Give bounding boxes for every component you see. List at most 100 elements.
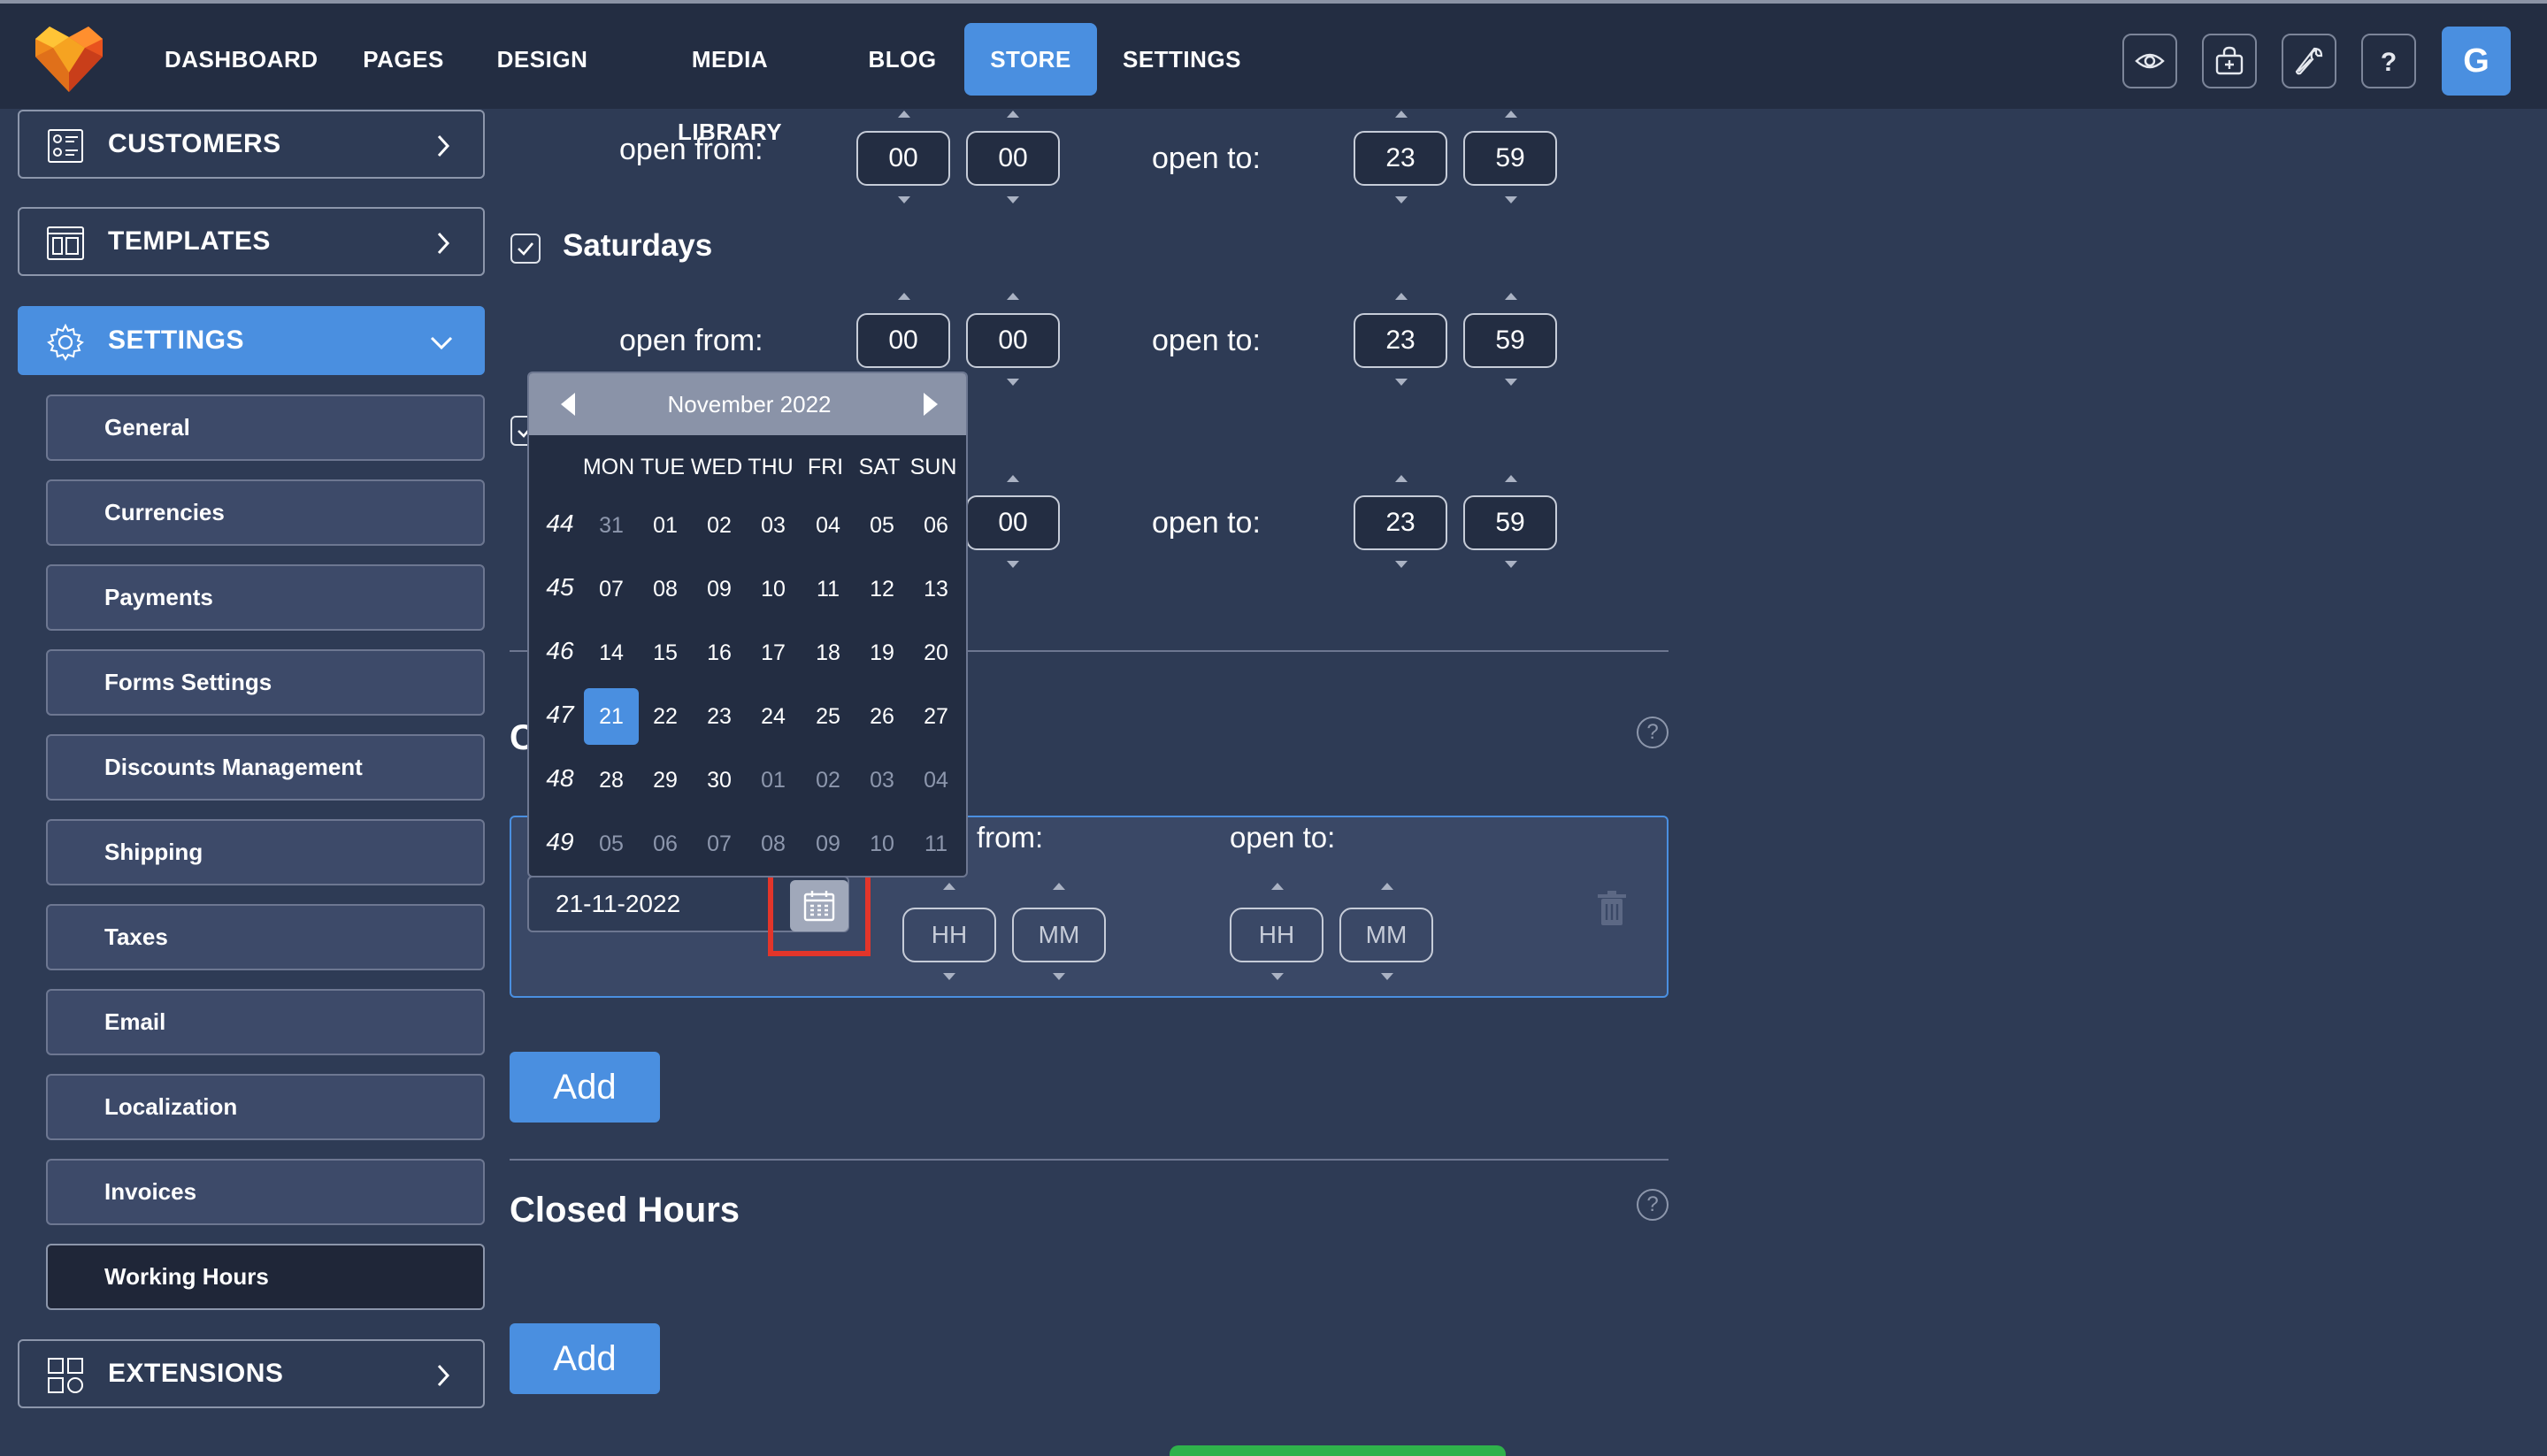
store-button[interactable] (2202, 34, 2257, 88)
nav-settings[interactable]: SETTINGS (1122, 23, 1242, 96)
nav-media-library[interactable]: MEDIA LIBRARY (639, 23, 821, 145)
calendar-day[interactable]: 12 (855, 561, 909, 617)
calendar-day[interactable]: 11 (801, 561, 855, 617)
trash-icon[interactable] (1596, 890, 1628, 927)
calendar-day[interactable]: 08 (638, 561, 693, 617)
from-hour-input[interactable]: 00 (856, 131, 950, 186)
sidebar-item-localization[interactable]: Localization (46, 1074, 485, 1140)
calendar-day[interactable]: 05 (584, 816, 639, 872)
calendar-day[interactable]: 15 (638, 625, 693, 681)
increment-arrow[interactable] (1395, 111, 1408, 118)
decrement-arrow[interactable] (1395, 561, 1408, 568)
sidebar-item-currencies[interactable]: Currencies (46, 479, 485, 546)
calendar-day[interactable]: 20 (909, 625, 963, 681)
preview-button[interactable] (2122, 34, 2177, 88)
calendar-day[interactable]: 03 (746, 497, 801, 554)
saturdays-checkbox[interactable] (510, 234, 541, 264)
increment-arrow[interactable] (1271, 883, 1284, 890)
sidebar-item-shipping[interactable]: Shipping (46, 819, 485, 885)
calendar-day[interactable]: 19 (855, 625, 909, 681)
increment-arrow[interactable] (1007, 475, 1019, 482)
increment-arrow[interactable] (1395, 293, 1408, 300)
sidebar-item-email[interactable]: Email (46, 989, 485, 1055)
to-minute-input[interactable]: 59 (1463, 313, 1557, 368)
decrement-arrow[interactable] (1505, 196, 1517, 203)
to-hour-input[interactable]: 23 (1354, 131, 1447, 186)
calendar-day[interactable]: 17 (746, 625, 801, 681)
calendar-day[interactable]: 29 (638, 752, 693, 808)
increment-arrow[interactable] (898, 293, 910, 300)
decrement-arrow[interactable] (1007, 561, 1019, 568)
calendar-day[interactable]: 04 (909, 752, 963, 808)
calendar-day[interactable]: 30 (692, 752, 747, 808)
from-hour-input[interactable]: 00 (856, 313, 950, 368)
nav-design[interactable]: DESIGN (494, 23, 591, 96)
to-hour-input[interactable]: 23 (1354, 313, 1447, 368)
to-minute-input[interactable]: 59 (1463, 131, 1557, 186)
sidebar-extensions[interactable]: EXTENSIONS (18, 1339, 485, 1408)
increment-arrow[interactable] (1505, 111, 1517, 118)
calendar-day[interactable]: 10 (746, 561, 801, 617)
nav-dashboard[interactable]: DASHBOARD (165, 23, 318, 96)
decrement-arrow[interactable] (1053, 973, 1065, 980)
sidebar-item-discounts-management[interactable]: Discounts Management (46, 734, 485, 801)
sidebar-item-working-hours[interactable]: Working Hours (46, 1244, 485, 1310)
calendar-day[interactable]: 27 (909, 688, 963, 745)
calendar-day[interactable]: 09 (801, 816, 855, 872)
tools-button[interactable] (2282, 34, 2336, 88)
from-minute-input[interactable]: 00 (966, 313, 1060, 368)
calendar-day[interactable]: 02 (801, 752, 855, 808)
sidebar-customers[interactable]: CUSTOMERS (18, 110, 485, 179)
calendar-day[interactable]: 09 (692, 561, 747, 617)
decrement-arrow[interactable] (1007, 379, 1019, 386)
calendar-day[interactable]: 16 (692, 625, 747, 681)
decrement-arrow[interactable] (1505, 561, 1517, 568)
logo-icon[interactable] (32, 21, 106, 96)
calendar-day[interactable]: 06 (638, 816, 693, 872)
calendar-day[interactable]: 23 (692, 688, 747, 745)
help-icon[interactable]: ? (1637, 1189, 1669, 1221)
calendar-day[interactable]: 24 (746, 688, 801, 745)
previous-month-icon[interactable] (557, 391, 579, 418)
increment-arrow[interactable] (898, 111, 910, 118)
decrement-arrow[interactable] (1505, 379, 1517, 386)
calendar-day[interactable]: 11 (909, 816, 963, 872)
calendar-day[interactable]: 04 (801, 497, 855, 554)
help-icon[interactable]: ? (1637, 717, 1669, 748)
add-special-day-button[interactable]: Add (510, 1052, 660, 1123)
decrement-arrow[interactable] (1395, 196, 1408, 203)
calendar-day[interactable]: 08 (746, 816, 801, 872)
increment-arrow[interactable] (1505, 475, 1517, 482)
calendar-day[interactable]: 26 (855, 688, 909, 745)
sidebar-settings[interactable]: SETTINGS (18, 306, 485, 375)
decrement-arrow[interactable] (1271, 973, 1284, 980)
help-button[interactable]: ? (2361, 34, 2416, 88)
sidebar-item-forms-settings[interactable]: Forms Settings (46, 649, 485, 716)
sidebar-item-payments[interactable]: Payments (46, 564, 485, 631)
calendar-day[interactable]: 25 (801, 688, 855, 745)
next-month-icon[interactable] (920, 391, 941, 418)
from-minute-input[interactable]: 00 (966, 495, 1060, 550)
calendar-day[interactable]: 05 (855, 497, 909, 554)
calendar-day[interactable]: 07 (584, 561, 639, 617)
calendar-day[interactable]: 13 (909, 561, 963, 617)
calendar-day[interactable]: 06 (909, 497, 963, 554)
calendar-day[interactable]: 14 (584, 625, 639, 681)
decrement-arrow[interactable] (943, 973, 955, 980)
user-avatar[interactable]: G (2442, 27, 2511, 96)
nav-pages[interactable]: PAGES (361, 23, 446, 96)
decrement-arrow[interactable] (1395, 379, 1408, 386)
save-button[interactable] (1170, 1445, 1506, 1456)
increment-arrow[interactable] (1505, 293, 1517, 300)
increment-arrow[interactable] (1007, 293, 1019, 300)
calendar-day[interactable]: 22 (638, 688, 693, 745)
calendar-day[interactable]: 01 (746, 752, 801, 808)
from-hour-input[interactable]: HH (902, 908, 996, 962)
decrement-arrow[interactable] (1007, 196, 1019, 203)
from-minute-input[interactable]: MM (1012, 908, 1106, 962)
decrement-arrow[interactable] (898, 196, 910, 203)
increment-arrow[interactable] (1381, 883, 1393, 890)
increment-arrow[interactable] (1007, 111, 1019, 118)
increment-arrow[interactable] (943, 883, 955, 890)
increment-arrow[interactable] (1395, 475, 1408, 482)
